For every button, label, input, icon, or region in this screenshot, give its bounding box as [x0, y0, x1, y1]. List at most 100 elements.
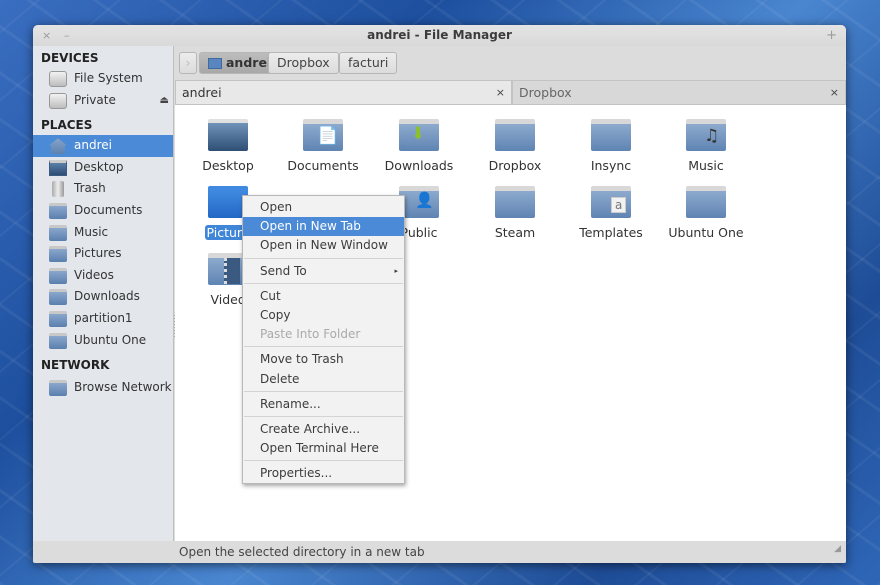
context-menu: Open Open in New Tab Open in New Window …: [242, 195, 405, 484]
folder-icon: [686, 186, 726, 218]
close-tab-icon[interactable]: ×: [830, 81, 839, 104]
file-label: Steam: [494, 225, 536, 240]
sidebar-item-private[interactable]: Private ⏏: [33, 90, 173, 112]
status-bar: Open the selected directory in a new tab…: [175, 541, 846, 563]
menu-separator: [244, 257, 403, 259]
menu-item-delete[interactable]: Delete: [243, 370, 404, 389]
menu-item-open[interactable]: Open: [243, 198, 404, 217]
templates-folder-icon: a: [591, 186, 631, 218]
tab-andrei[interactable]: andrei ×: [175, 80, 512, 104]
sidebar-item-label: Documents: [74, 202, 143, 217]
music-folder-icon: ♫: [686, 119, 726, 151]
sidebar-item-videos[interactable]: Videos: [33, 265, 173, 287]
documents-folder-icon: [49, 202, 67, 219]
file-item-insync[interactable]: Insync: [563, 119, 659, 173]
file-item-templates[interactable]: a Templates: [563, 186, 659, 240]
menu-item-properties[interactable]: Properties...: [243, 464, 404, 483]
file-label: Templates: [579, 225, 643, 240]
music-folder-icon: [49, 224, 67, 241]
home-icon: [49, 138, 67, 155]
sidebar-item-partition1[interactable]: partition1: [33, 308, 173, 330]
close-window-button[interactable]: ×: [42, 25, 51, 46]
crumb-dropbox[interactable]: Dropbox: [268, 52, 339, 74]
menu-item-open-in-new-window[interactable]: Open in New Window: [243, 236, 404, 255]
home-icon: [208, 58, 222, 69]
file-item-downloads[interactable]: ⬇ Downloads: [371, 119, 467, 173]
folder-icon: [495, 186, 535, 218]
sidebar-item-label: Private: [74, 92, 116, 107]
file-label: Desktop: [202, 158, 254, 173]
sidebar-item-label: Videos: [74, 267, 114, 282]
eject-icon[interactable]: ⏏: [160, 90, 169, 112]
trash-icon: [52, 181, 64, 198]
person-emblem-icon: 👤: [415, 191, 434, 209]
sidebar-item-label: Pictures: [74, 246, 122, 261]
desktop-icon: [208, 119, 248, 151]
file-item-ubuntu-one[interactable]: Ubuntu One: [658, 186, 754, 240]
sidebar-item-label: andrei: [74, 138, 112, 153]
resize-grip-icon[interactable]: ◢: [834, 538, 841, 560]
sidebar-item-andrei[interactable]: andrei: [33, 135, 173, 157]
menu-item-cut[interactable]: Cut: [243, 287, 404, 306]
crumb-facturi[interactable]: facturi: [339, 52, 398, 74]
sidebar-item-music[interactable]: Music: [33, 222, 173, 244]
template-emblem-icon: a: [611, 197, 627, 213]
file-item-documents[interactable]: 📄 Documents: [275, 119, 371, 173]
file-label: Documents: [287, 158, 359, 173]
sidebar-item-browse-network[interactable]: Browse Network: [33, 377, 173, 399]
sidebar-item-label: Downloads: [74, 289, 140, 304]
menu-separator: [244, 282, 403, 284]
sidebar-section-devices: DEVICES: [41, 51, 99, 65]
sidebar-item-label: Ubuntu One: [74, 332, 147, 347]
menu-separator: [244, 346, 403, 348]
tab-dropbox[interactable]: Dropbox ×: [512, 80, 846, 104]
status-text: Open the selected directory in a new tab: [179, 545, 425, 559]
menu-item-move-to-trash[interactable]: Move to Trash: [243, 350, 404, 369]
menu-item-rename[interactable]: Rename...: [243, 395, 404, 414]
file-item-desktop[interactable]: Desktop: [180, 119, 276, 173]
sidebar-item-pictures[interactable]: Pictures: [33, 243, 173, 265]
folder-icon: [49, 310, 67, 327]
sidebar-section-places: PLACES: [41, 118, 93, 133]
menu-separator: [244, 390, 403, 392]
file-item-dropbox[interactable]: Dropbox: [467, 119, 563, 173]
sidebar: DEVICES File System Private ⏏ PLACES and…: [33, 46, 174, 541]
menu-item-paste-into-folder: Paste Into Folder: [260, 327, 361, 342]
music-note-icon: ♫: [704, 126, 720, 146]
menu-item-open-terminal-here[interactable]: Open Terminal Here: [243, 439, 404, 458]
file-label: Dropbox: [488, 158, 542, 173]
title-bar[interactable]: × – andrei - File Manager +: [33, 25, 846, 46]
menu-item-create-archive[interactable]: Create Archive...: [243, 420, 404, 439]
file-label: Downloads: [384, 158, 454, 173]
menu-item-label: Send To: [260, 263, 307, 278]
desktop-icon: [49, 159, 67, 176]
sidebar-item-downloads[interactable]: Downloads: [33, 286, 173, 308]
sidebar-item-ubuntu-one[interactable]: Ubuntu One: [33, 330, 173, 352]
tab-label: andrei: [182, 85, 222, 100]
menu-item-copy[interactable]: Copy: [243, 306, 404, 325]
documents-folder-icon: 📄: [303, 119, 343, 151]
file-manager-window: × – andrei - File Manager + DEVICES File…: [33, 25, 846, 563]
pathbar-scroll-button[interactable]: ›: [179, 52, 197, 74]
sidebar-item-desktop[interactable]: Desktop: [33, 157, 173, 179]
minimize-window-button[interactable]: –: [64, 25, 70, 46]
menu-separator: [244, 460, 403, 462]
maximize-window-button[interactable]: +: [826, 25, 837, 46]
sidebar-item-label: Desktop: [74, 159, 124, 174]
sidebar-item-label: File System: [74, 71, 143, 85]
menu-item-open-in-new-tab[interactable]: Open in New Tab: [243, 217, 404, 237]
sidebar-item-file-system[interactable]: File System: [33, 68, 173, 90]
sidebar-item-label: Browse Network: [74, 380, 172, 395]
folder-icon: [49, 332, 67, 349]
sidebar-item-documents[interactable]: Documents: [33, 200, 173, 222]
file-label: Music: [688, 158, 724, 173]
file-item-music[interactable]: ♫ Music: [658, 119, 754, 173]
file-item-steam[interactable]: Steam: [467, 186, 563, 240]
public-folder-icon: 👤: [399, 186, 439, 218]
sidebar-item-trash[interactable]: Trash: [33, 178, 173, 200]
film-strip-icon: [224, 258, 240, 284]
close-tab-icon[interactable]: ×: [496, 81, 505, 104]
folder-icon: [495, 119, 535, 151]
menu-item-send-to[interactable]: Send To ▸: [243, 262, 404, 281]
sidebar-item-label: Music: [74, 224, 109, 239]
